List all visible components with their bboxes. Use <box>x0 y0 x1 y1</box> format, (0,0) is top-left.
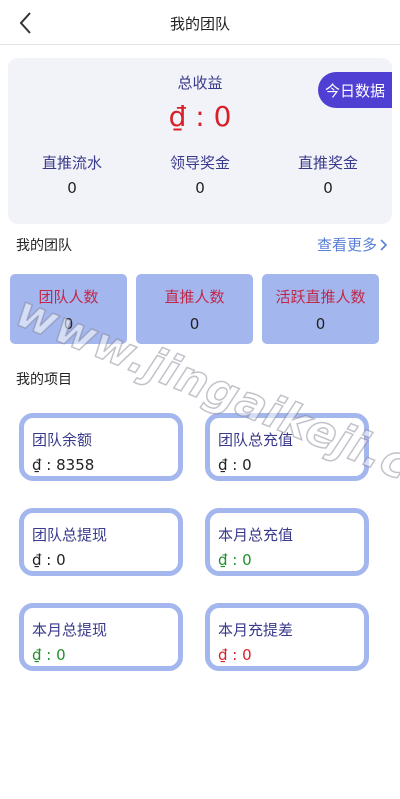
stat-value: 0 <box>323 179 333 197</box>
direct-count-card[interactable]: 直推人数 0 <box>136 274 253 344</box>
card-value: 0 <box>189 315 200 333</box>
view-more-link[interactable]: 查看更多 <box>317 234 388 255</box>
page-title: 我的团队 <box>169 15 230 33</box>
card-label: 团队总提现 <box>32 526 108 544</box>
stat-direct-bonus: 直推奖金 0 <box>264 152 392 197</box>
team-total-withdraw-card[interactable]: 团队总提现 ₫ : 0 <box>19 508 183 576</box>
team-balance-card[interactable]: 团队余额 ₫ : 8358 <box>19 413 183 481</box>
card-label: 团队余额 <box>32 431 93 449</box>
stat-label: 直推奖金 <box>297 154 358 172</box>
team-section-title: 我的团队 <box>16 238 72 254</box>
card-label: 活跃直推人数 <box>275 288 366 306</box>
top-bar: 我的团队 <box>0 0 400 45</box>
card-label: 本月总提现 <box>32 621 108 639</box>
card-label: 直推人数 <box>164 288 225 306</box>
card-value: ₫ : 0 <box>32 551 66 569</box>
active-direct-count-card[interactable]: 活跃直推人数 0 <box>262 274 379 344</box>
project-section-title: 我的项目 <box>16 372 72 388</box>
stat-label: 直推流水 <box>41 154 102 172</box>
today-data-button[interactable]: 今日数据 <box>318 72 392 108</box>
team-total-deposit-card[interactable]: 团队总充值 ₫ : 0 <box>205 413 369 481</box>
card-label: 团队人数 <box>38 288 99 306</box>
card-label: 本月充提差 <box>218 621 294 639</box>
card-label: 团队总充值 <box>218 431 294 449</box>
team-count-card[interactable]: 团队人数 0 <box>10 274 127 344</box>
card-value: ₫ : 8358 <box>32 456 95 474</box>
card-value: 0 <box>315 315 326 333</box>
stat-label: 领导奖金 <box>169 154 230 172</box>
view-more-label: 查看更多 <box>316 236 377 254</box>
card-label: 本月总充值 <box>218 526 294 544</box>
stat-value: 0 <box>195 179 205 197</box>
card-value: ₫ : 0 <box>218 551 252 569</box>
earnings-summary-panel: 总收益 ₫ : 0 今日数据 直推流水 0 领导奖金 0 直推奖金 0 <box>8 58 392 224</box>
card-value: ₫ : 0 <box>218 456 252 474</box>
stat-direct-flow: 直推流水 0 <box>8 152 136 197</box>
stat-leader-bonus: 领导奖金 0 <box>136 152 264 197</box>
card-value: ₫ : 0 <box>218 646 252 664</box>
chevron-right-icon <box>380 238 388 251</box>
stat-value: 0 <box>67 179 77 197</box>
month-total-withdraw-card[interactable]: 本月总提现 ₫ : 0 <box>19 603 183 671</box>
month-total-deposit-card[interactable]: 本月总充值 ₫ : 0 <box>205 508 369 576</box>
card-value: 0 <box>63 315 74 333</box>
month-net-difference-card[interactable]: 本月充提差 ₫ : 0 <box>205 603 369 671</box>
card-value: ₫ : 0 <box>32 646 66 664</box>
